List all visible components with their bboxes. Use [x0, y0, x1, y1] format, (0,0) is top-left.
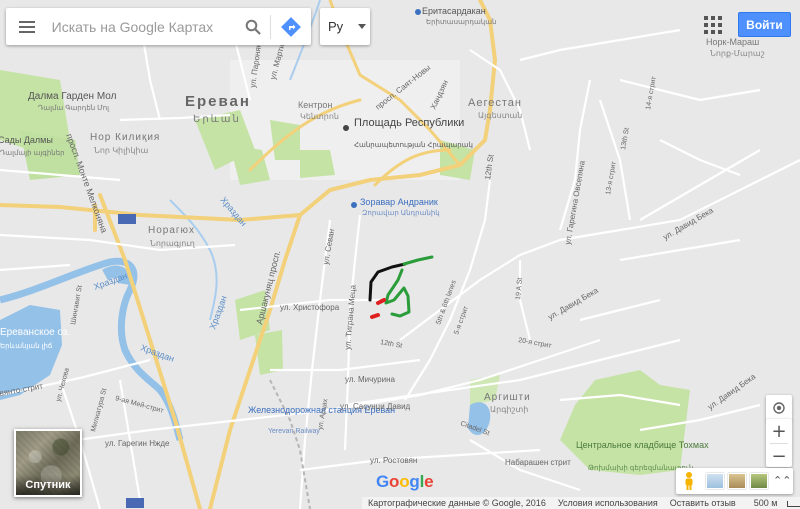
place-label-native: Զորավար Անդրանիկ [362, 209, 440, 217]
street-label: ул. Гарегин Нжде [105, 439, 170, 448]
search-input[interactable] [47, 11, 237, 42]
road-shield-m2 [126, 498, 144, 508]
district-label-native: Նորք-Մարաշ [710, 49, 765, 58]
map-footer: Картографические данные © Google, 2016 У… [362, 497, 800, 509]
district-label: Аргишти [484, 392, 531, 403]
terms-link[interactable]: Условия использования [552, 498, 664, 508]
layer-thumb-terrain[interactable] [706, 473, 724, 489]
place-label-native: Երևանյան լիճ [0, 342, 52, 350]
street-label: ул. Ростовян [370, 456, 417, 465]
satellite-label: Спутник [16, 475, 80, 495]
district-label: Норагюх [148, 225, 195, 236]
menu-icon [18, 20, 35, 33]
directions-button[interactable] [271, 8, 311, 45]
expand-icon[interactable]: ⌃⌃ [773, 473, 791, 489]
apps-grid-icon[interactable] [704, 16, 724, 36]
place-label: Зоравар Андраник [360, 197, 438, 207]
place-label-sub: Yerevan Railway [268, 428, 320, 435]
directions-icon [281, 16, 302, 37]
google-logo: Google [376, 472, 434, 491]
place-label: Ереванское оз. [0, 327, 70, 338]
place-label: Сады Далмы [0, 135, 53, 145]
place-marker [343, 125, 349, 131]
satellite-toggle[interactable]: Спутник [14, 429, 82, 497]
chevron-down-icon [358, 24, 366, 29]
zoom-out-button[interactable]: − [766, 444, 792, 468]
road-shield-m5 [118, 214, 136, 224]
district-label: Норк-Мараш [706, 37, 759, 47]
district-label-native: Նոր Կիլիկիա [94, 146, 149, 155]
metro-marker [351, 202, 357, 208]
district-label-native: Կենտրոն [300, 112, 339, 121]
map-canvas[interactable]: Ереван Երևան Кентрон Կենտրոն Аегестан Այ… [0, 0, 800, 509]
scale-label: 500 м [753, 498, 778, 508]
locate-icon [773, 402, 785, 414]
place-label-native: Դալմայի այգիներ [0, 149, 65, 157]
place-label: Далма Гарден Мол [28, 91, 117, 102]
street-label: ул. Христофора [280, 303, 340, 312]
district-label-native: Նորագյուղ [150, 239, 196, 248]
search-box [6, 8, 311, 45]
place-label: Еритасардакан [422, 6, 486, 16]
layers-strip: ⌃⌃ [676, 468, 793, 494]
menu-button[interactable] [6, 8, 48, 45]
pegman-icon[interactable] [680, 471, 698, 491]
place-label: Площадь Республики [354, 117, 464, 129]
zoom-in-button[interactable]: + [766, 419, 792, 443]
district-label: Кентрон [298, 100, 332, 110]
language-select[interactable]: Ру [320, 8, 370, 45]
zoom-control: + − [766, 419, 792, 467]
layer-thumb-traffic[interactable] [728, 473, 746, 489]
search-button[interactable] [237, 8, 271, 45]
city-label: Ереван [185, 93, 251, 110]
district-label-native: Այգեստան [478, 111, 522, 120]
district-label: Аегестан [468, 97, 522, 109]
place-label-native: Դալմա Գարդեն Մոլ [38, 104, 110, 112]
language-selected: Ру [328, 19, 344, 34]
street-label: Набарашен стрит [505, 458, 571, 467]
attribution-text: Картографические данные © Google, 2016 [368, 498, 546, 508]
city-label-native: Երևան [193, 114, 241, 125]
district-label-native: Արգիշտի [490, 405, 528, 414]
place-label-native: Երիտասարդական [426, 18, 496, 26]
layer-thumb-photos[interactable] [750, 473, 768, 489]
metro-marker [415, 9, 421, 15]
signin-button[interactable]: Войти [738, 12, 791, 37]
feedback-link[interactable]: Оставить отзыв [664, 498, 742, 508]
my-location-button[interactable] [766, 395, 792, 421]
place-label: Центральное кладбище Тохмах [576, 440, 709, 450]
scale-control[interactable]: 500 м [742, 498, 800, 508]
street-label: ул. Сасунци Давид [340, 402, 411, 411]
place-label-native: Հանրապետության Հրապարակ [354, 141, 473, 149]
district-label: Нор Килиқия [90, 132, 160, 143]
scale-bar [787, 500, 800, 507]
search-icon [246, 19, 262, 35]
street-label: ул. Мичурина [345, 375, 395, 384]
